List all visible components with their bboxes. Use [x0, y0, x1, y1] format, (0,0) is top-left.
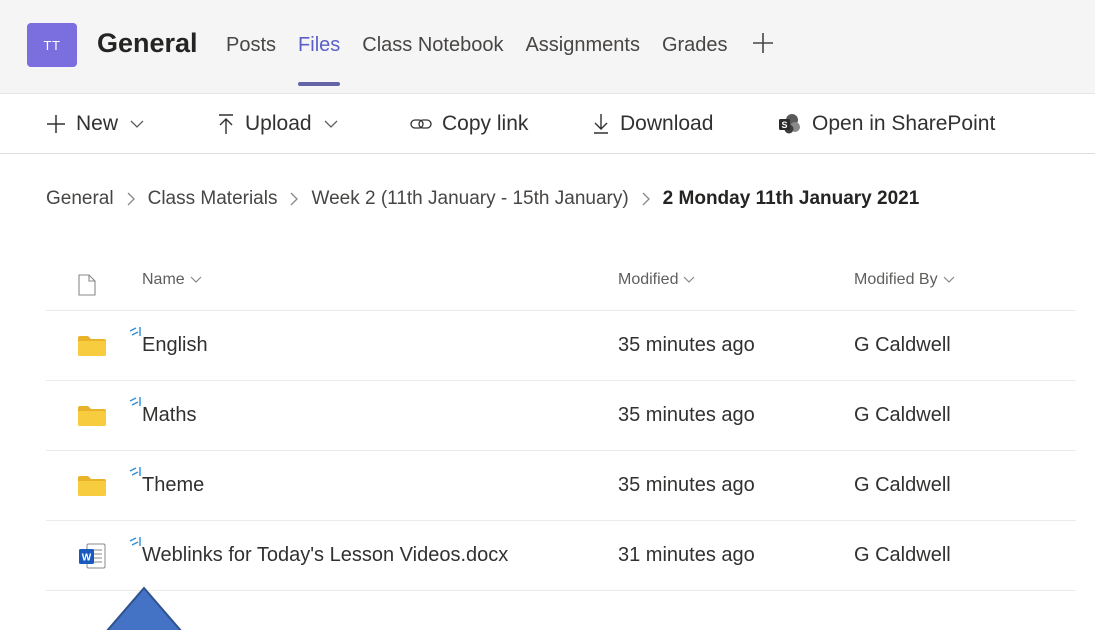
- breadcrumb: General Class Materials Week 2 (11th Jan…: [46, 184, 919, 214]
- modified-time: 35 minutes ago: [618, 334, 755, 356]
- upload-icon: [217, 113, 235, 135]
- chevron-right-icon: [289, 191, 299, 207]
- sync-status-icon: [129, 325, 143, 343]
- download-icon: [592, 113, 610, 135]
- download-button[interactable]: Download: [592, 94, 713, 154]
- chevron-down-icon: [683, 276, 695, 284]
- up-arrow-annotation-icon: [102, 586, 186, 630]
- file-list-header: Name Modified Modified By: [46, 250, 1076, 311]
- file-name[interactable]: English: [142, 311, 208, 380]
- add-tab-plus-icon[interactable]: [752, 30, 774, 60]
- new-button[interactable]: New: [46, 94, 144, 154]
- table-row[interactable]: Theme 35 minutes ago G Caldwell: [46, 451, 1076, 521]
- tab-files[interactable]: Files: [298, 30, 341, 86]
- open-in-sharepoint-button[interactable]: S Open in SharePoint: [778, 94, 995, 154]
- modified-by: G Caldwell: [854, 334, 951, 356]
- column-header-modified-label: Modified: [618, 271, 679, 288]
- open-in-sharepoint-label: Open in SharePoint: [812, 112, 996, 135]
- chevron-right-icon: [126, 191, 136, 207]
- download-label: Download: [620, 112, 714, 135]
- copy-link-button[interactable]: Copy link: [410, 94, 528, 154]
- table-row[interactable]: Maths 35 minutes ago G Caldwell: [46, 381, 1076, 451]
- column-header-name-label: Name: [142, 271, 185, 288]
- upload-button[interactable]: Upload: [217, 94, 338, 154]
- tab-posts[interactable]: Posts: [226, 30, 276, 60]
- modified-time: 31 minutes ago: [618, 544, 755, 566]
- team-avatar[interactable]: TT: [27, 23, 77, 67]
- chevron-down-icon: [190, 276, 202, 284]
- tab-assignments[interactable]: Assignments: [525, 30, 640, 60]
- channel-title: General: [97, 28, 198, 58]
- channel-header: TT General Posts Files Class Notebook As…: [0, 0, 1095, 94]
- chevron-down-icon: [130, 119, 144, 129]
- modified-time: 35 minutes ago: [618, 474, 755, 496]
- plus-icon: [46, 114, 66, 134]
- sync-status-icon: [129, 535, 143, 553]
- new-label: New: [76, 112, 119, 135]
- chevron-down-icon: [324, 119, 338, 129]
- modified-by: G Caldwell: [854, 404, 951, 426]
- chevron-down-icon: [943, 276, 955, 284]
- folder-icon: [78, 311, 106, 380]
- tab-grades[interactable]: Grades: [662, 30, 728, 60]
- folder-icon: [78, 451, 106, 520]
- file-name[interactable]: Maths: [142, 381, 196, 450]
- column-header-name[interactable]: Name: [142, 250, 202, 310]
- table-row[interactable]: English 35 minutes ago G Caldwell: [46, 311, 1076, 381]
- tab-class-notebook[interactable]: Class Notebook: [362, 30, 503, 60]
- copy-link-label: Copy link: [442, 112, 529, 135]
- modified-time: 35 minutes ago: [618, 404, 755, 426]
- file-list: Name Modified Modified By English 35 min…: [46, 250, 1076, 591]
- word-document-icon: W: [78, 521, 106, 590]
- file-type-column-icon[interactable]: [78, 250, 96, 319]
- breadcrumb-item-week-2[interactable]: Week 2 (11th January - 15th January): [311, 188, 628, 210]
- file-name[interactable]: Weblinks for Today's Lesson Videos.docx: [142, 521, 508, 590]
- column-header-modified-by-label: Modified By: [854, 271, 938, 288]
- modified-by: G Caldwell: [854, 474, 951, 496]
- chevron-right-icon: [641, 191, 651, 207]
- column-header-modified[interactable]: Modified: [618, 250, 695, 310]
- svg-text:W: W: [82, 552, 92, 563]
- breadcrumb-item-class-materials[interactable]: Class Materials: [148, 188, 278, 210]
- sharepoint-icon: S: [778, 113, 802, 135]
- column-header-modified-by[interactable]: Modified By: [854, 250, 955, 310]
- sync-status-icon: [129, 395, 143, 413]
- svg-text:S: S: [781, 120, 787, 130]
- folder-icon: [78, 381, 106, 450]
- upload-label: Upload: [245, 112, 312, 135]
- teams-files-page: TT General Posts Files Class Notebook As…: [0, 0, 1095, 630]
- breadcrumb-current-folder: 2 Monday 11th January 2021: [662, 188, 920, 209]
- file-name[interactable]: Theme: [142, 451, 204, 520]
- modified-by: G Caldwell: [854, 544, 951, 566]
- breadcrumb-item-general[interactable]: General: [46, 188, 114, 210]
- command-bar: New Upload Copy link Download S Open in …: [0, 94, 1095, 154]
- link-icon: [410, 116, 432, 132]
- table-row[interactable]: W Weblinks for Today's Lesson Videos.doc…: [46, 521, 1076, 591]
- sync-status-icon: [129, 465, 143, 483]
- channel-tabs: Posts Files Class Notebook Assignments G…: [226, 30, 774, 86]
